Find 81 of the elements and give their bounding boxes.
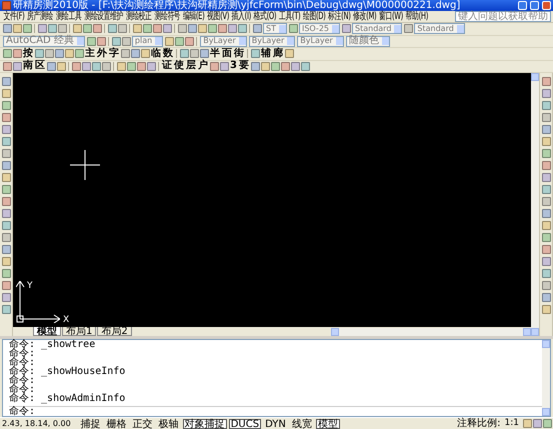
- menu-item[interactable]: 窗口(W): [378, 11, 404, 22]
- toolbar-button[interactable]: 临: [151, 48, 161, 59]
- toolbar-button[interactable]: 主: [85, 48, 95, 59]
- menu-item[interactable]: 标注(N): [326, 11, 352, 22]
- tool-icon[interactable]: [288, 24, 298, 34]
- toolbar-button[interactable]: 3: [230, 61, 237, 72]
- command-history-line: 命令: _showtree: [9, 340, 96, 349]
- toolbar-button[interactable]: 按: [23, 48, 33, 59]
- status-toggle[interactable]: 线宽: [290, 418, 314, 428]
- status-toggle[interactable]: DUCS: [228, 418, 262, 428]
- dropdown[interactable]: plan: [132, 36, 164, 47]
- status-toggle[interactable]: 模型: [316, 418, 340, 428]
- menu-item[interactable]: 测绘工具: [54, 11, 83, 22]
- menu-item[interactable]: 视图(V): [206, 11, 230, 22]
- toolbar-button[interactable]: 外: [97, 48, 107, 59]
- annotation-scale-label: 注释比例:: [457, 418, 501, 428]
- command-history-line: 命令:: [9, 385, 36, 394]
- command-history-line: 命令:: [9, 349, 36, 358]
- close-button[interactable]: [542, 1, 551, 10]
- status-toggle[interactable]: 对象捕捉: [182, 418, 227, 428]
- menu-item[interactable]: 插入(I): [230, 11, 252, 22]
- drawing-canvas[interactable]: Y X: [13, 73, 531, 327]
- minimize-button[interactable]: [518, 1, 527, 10]
- dropdown[interactable]: ByLayer: [248, 36, 296, 47]
- toolbar-button[interactable]: 数: [163, 48, 173, 59]
- toolbar-button[interactable]: 辅: [261, 48, 271, 59]
- vertical-scrollbar[interactable]: [531, 73, 539, 336]
- toolbar-button[interactable]: 廊: [273, 48, 283, 59]
- toolbar-button[interactable]: 面: [222, 48, 232, 59]
- menu-item[interactable]: 测绘符号: [153, 11, 182, 22]
- menu-item[interactable]: 格式(O): [252, 11, 278, 22]
- command-history-line: 命令:: [9, 376, 36, 385]
- toolbar-button[interactable]: 半: [210, 48, 220, 59]
- status-toggle[interactable]: 捕捉: [78, 418, 103, 428]
- toolbar-button[interactable]: 南: [23, 61, 33, 72]
- dropdown[interactable]: Standard: [352, 23, 402, 34]
- dropdown[interactable]: ST: [263, 23, 287, 34]
- status-toggle[interactable]: 栅格: [104, 418, 129, 428]
- ucs-axis-drawing: [16, 281, 60, 323]
- crosshair-cursor: [70, 150, 100, 180]
- annotation-scale-dropdown[interactable]: 1:1: [502, 418, 521, 428]
- status-toggle[interactable]: DYN: [263, 418, 288, 428]
- coordinates: 2.43, 18.14, 0.00: [2, 418, 71, 428]
- toolbar-button[interactable]: 街: [234, 48, 244, 59]
- dropdown[interactable]: 随颜色: [346, 36, 390, 47]
- status-toggle[interactable]: 极轴: [156, 418, 181, 428]
- menu-item[interactable]: 编辑(E): [182, 11, 206, 22]
- x-axis-label: X: [63, 315, 70, 325]
- status-toggle[interactable]: 正交: [130, 418, 155, 428]
- toolbar-button[interactable]: 字: [109, 48, 119, 59]
- toolbar-button[interactable]: 区: [35, 61, 45, 72]
- tool-icon[interactable]: [342, 24, 351, 34]
- dropdown[interactable]: ISO-25: [298, 23, 340, 34]
- toolbar-button[interactable]: 户: [198, 61, 208, 72]
- dropdown[interactable]: ByLayer: [200, 36, 247, 47]
- y-axis-label: Y: [27, 281, 32, 291]
- command-history-line: 命令:: [9, 358, 36, 367]
- command-history-line: 命令: _showHouseInfo: [9, 367, 126, 376]
- menu-item[interactable]: 绘图(D): [302, 11, 327, 22]
- menu-item[interactable]: 测绘设置维护: [82, 11, 124, 22]
- toolbar-button[interactable]: 使: [174, 61, 184, 72]
- menu-item[interactable]: 测绘校正: [124, 11, 153, 22]
- command-history-line: 命令: _showAdminInfo: [9, 394, 126, 403]
- toolbar-button[interactable]: 证: [162, 61, 172, 72]
- help-search-field[interactable]: 键入问题以获取帮助: [455, 11, 551, 22]
- dropdown[interactable]: ByLayer: [297, 36, 344, 47]
- menu-item[interactable]: 房产测绘: [26, 11, 54, 22]
- menu-item[interactable]: 文件(F): [2, 11, 26, 22]
- horizontal-scrollbar[interactable]: [331, 328, 531, 336]
- dropdown[interactable]: AutoCAD 经典: [3, 36, 85, 47]
- toolbar-button[interactable]: 要: [238, 61, 249, 72]
- menu-item[interactable]: 修改(M): [352, 11, 378, 22]
- tool-icon[interactable]: [404, 24, 414, 34]
- toolbar-button[interactable]: 层: [186, 61, 196, 72]
- menu-item[interactable]: 帮助(H): [404, 11, 430, 22]
- menu-item[interactable]: 工具(T): [278, 11, 302, 22]
- command-prompt[interactable]: 命令:: [9, 406, 542, 416]
- dropdown[interactable]: Standard: [414, 23, 465, 34]
- command-scrollbar[interactable]: [542, 340, 550, 416]
- app-icon: [2, 1, 11, 10]
- maximize-button[interactable]: [530, 1, 539, 10]
